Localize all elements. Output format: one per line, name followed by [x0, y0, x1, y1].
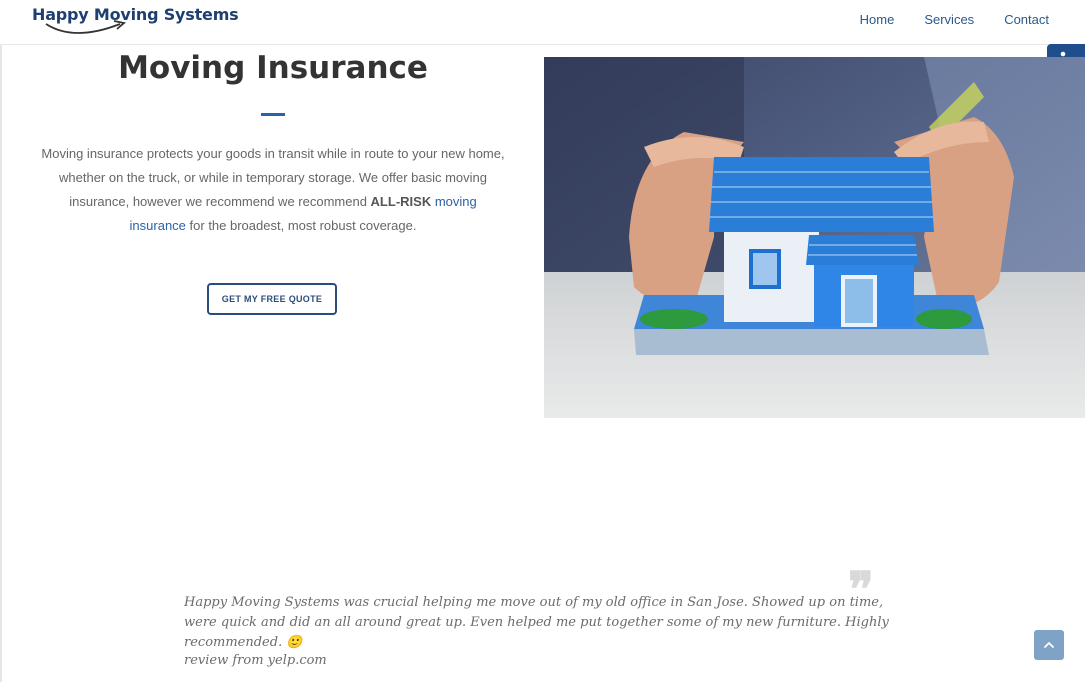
logo-swoosh-icon	[45, 20, 126, 34]
nav-services[interactable]: Services	[924, 12, 974, 27]
page-left-border	[0, 0, 2, 682]
house-in-hands-illustration	[544, 57, 1085, 418]
hero-text-2: for the broadest, most robust coverage.	[185, 218, 417, 233]
hero-text-bold: ALL-RISK	[370, 194, 432, 209]
review-source: review from yelp.com	[184, 653, 327, 668]
nav-contact[interactable]: Contact	[1004, 12, 1049, 27]
testimonial-text: Happy Moving Systems was crucial helping…	[184, 595, 889, 650]
scroll-to-top-button[interactable]	[1034, 630, 1064, 660]
insurance-house-image	[544, 57, 1085, 418]
site-header: Happy Moving Systems Home Services Conta…	[0, 0, 1085, 45]
site-logo[interactable]: Happy Moving Systems	[32, 4, 239, 40]
hero-description: Moving insurance protects your goods in …	[40, 142, 506, 238]
title-divider	[261, 113, 285, 116]
page-title: Moving Insurance	[118, 50, 428, 86]
chevron-up-icon	[1044, 642, 1054, 648]
get-free-quote-button[interactable]: GET MY FREE QUOTE	[207, 283, 337, 315]
nav-home[interactable]: Home	[860, 12, 895, 27]
main-nav: Home Services Contact	[860, 12, 1049, 27]
